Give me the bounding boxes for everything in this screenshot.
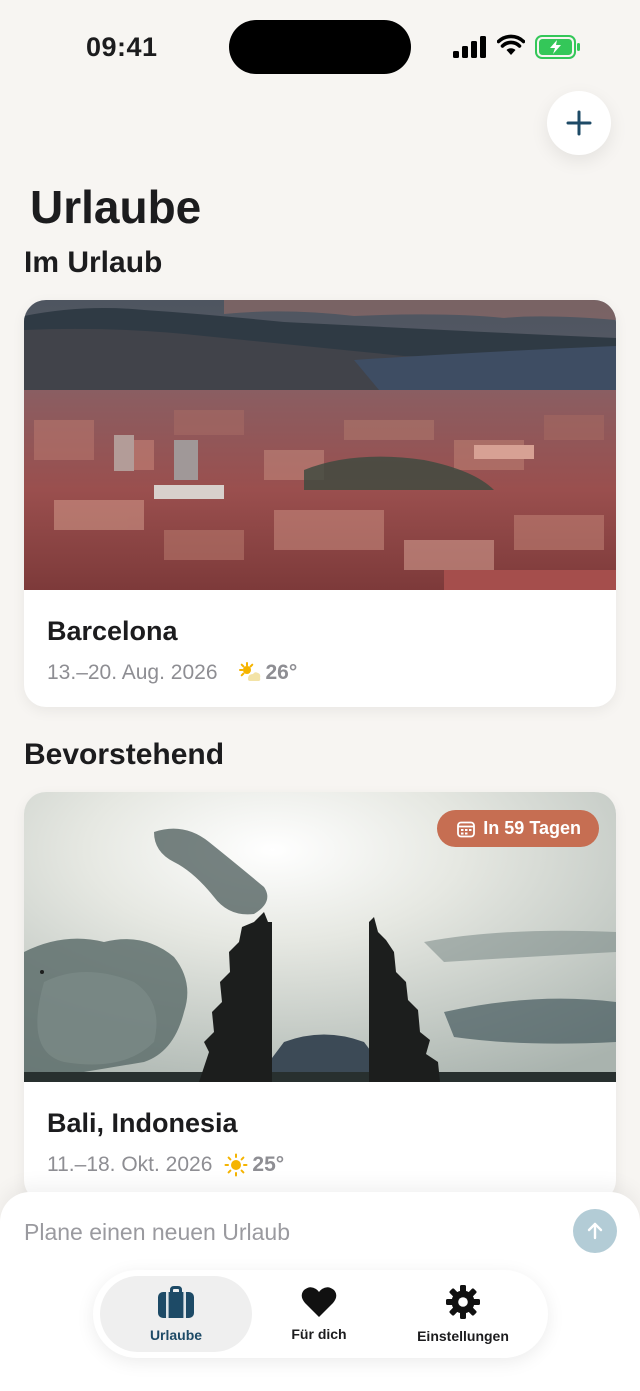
plan-trip-input[interactable]: [24, 1216, 544, 1248]
tab-bar: Urlaube Für dich Einstellungen: [93, 1270, 548, 1358]
trip-dates: 13.–20. Aug. 2026: [47, 661, 218, 684]
arrow-up-icon: [587, 1222, 603, 1240]
sun-cloud-icon: [238, 662, 260, 681]
trip-dates: 11.–18. Okt. 2026: [47, 1153, 213, 1176]
tab-label: Einstellungen: [417, 1328, 509, 1344]
countdown-badge: In 59 Tagen: [437, 810, 599, 847]
calendar-icon: [457, 821, 476, 837]
trip-photo-bali: In 59 Tagen: [24, 792, 616, 1082]
trip-card-barcelona[interactable]: Barcelona 13.–20. Aug. 2026 26°: [24, 300, 616, 707]
cellular-signal-icon: [453, 36, 486, 58]
status-bar: 09:41: [0, 0, 640, 96]
plus-icon: [566, 110, 592, 136]
trip-name: Barcelona: [47, 616, 178, 646]
weather-info: 26°: [238, 661, 298, 685]
tab-urlaube[interactable]: Urlaube: [100, 1276, 252, 1352]
wifi-icon: [497, 34, 525, 55]
page-title: Urlaube: [30, 181, 202, 233]
section-title-upcoming: Bevorstehend: [24, 738, 225, 771]
section-title-current: Im Urlaub: [24, 246, 163, 279]
dynamic-island: [229, 20, 411, 74]
temperature: 25°: [252, 1153, 285, 1176]
status-time: 09:41: [86, 32, 158, 62]
send-button[interactable]: [573, 1209, 617, 1253]
trip-photo-barcelona: [24, 300, 616, 590]
battery-charging-icon: [535, 35, 580, 59]
countdown-text: In 59 Tagen: [483, 818, 581, 838]
sun-icon: [224, 1153, 248, 1177]
trip-name: Bali, Indonesia: [47, 1108, 238, 1138]
suitcase-icon: [158, 1286, 194, 1318]
app-screen: 09:41 Urlaube Im Urlaub Barcelona 13.–20…: [0, 0, 640, 1391]
tab-fuer-dich[interactable]: Für dich: [243, 1276, 395, 1352]
tab-einstellungen[interactable]: Einstellungen: [387, 1276, 539, 1352]
add-trip-button[interactable]: [547, 91, 611, 155]
tab-label: Für dich: [291, 1326, 347, 1342]
gear-icon: [446, 1285, 480, 1319]
trip-card-bali[interactable]: In 59 Tagen Bali, Indonesia 11.–18. Okt.…: [24, 792, 616, 1202]
weather-info: 25°: [224, 1153, 284, 1177]
bottom-sheet: Urlaube Für dich: [0, 1192, 640, 1391]
tab-label: Urlaube: [149, 1327, 203, 1343]
heart-icon: [301, 1287, 337, 1317]
temperature: 26°: [265, 661, 298, 684]
